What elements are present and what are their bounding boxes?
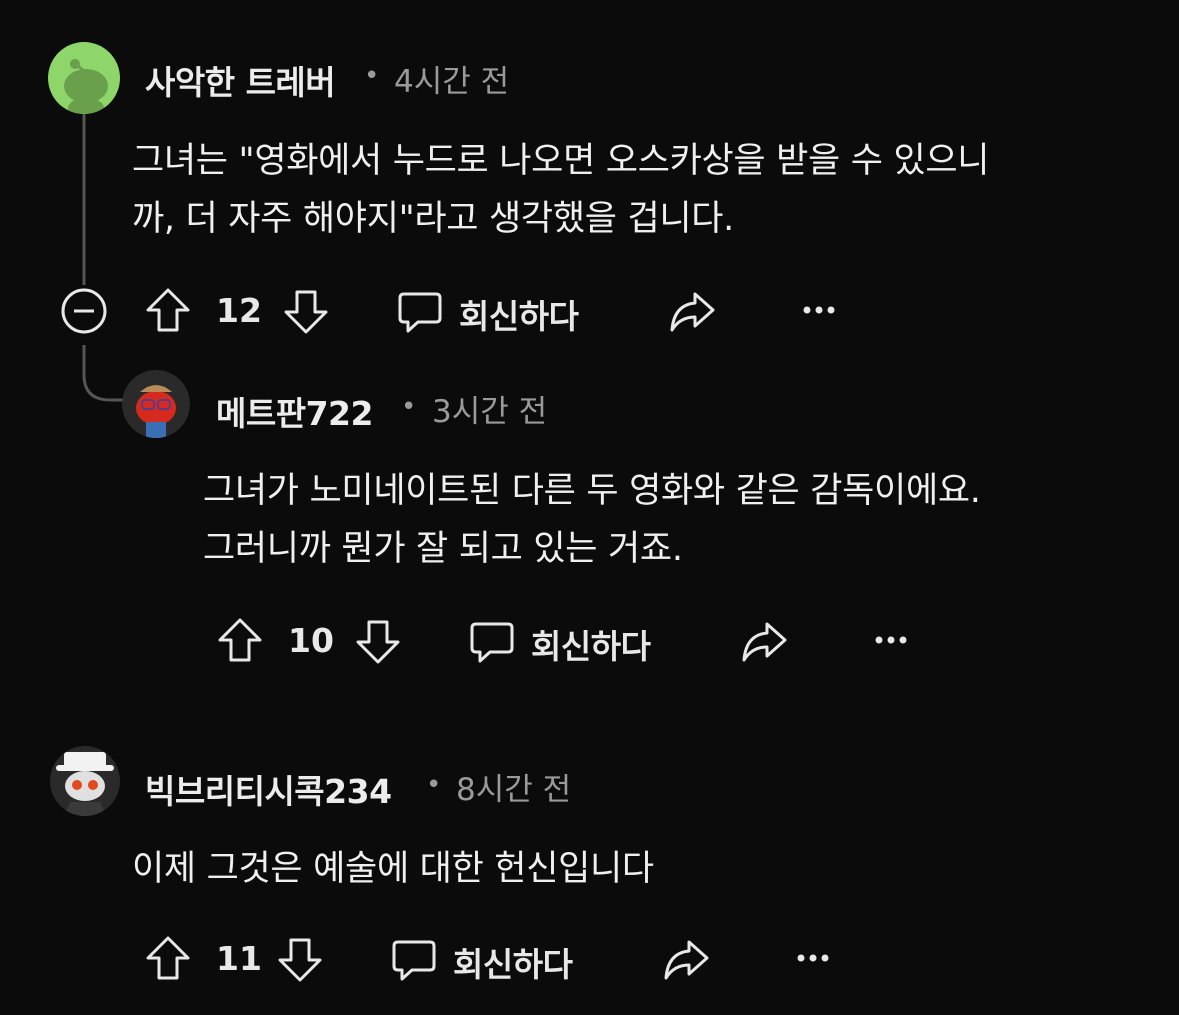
comment-body: 그녀가 노미네이트된 다른 두 영화와 같은 감독이에요. 그러니까 뭔가 잘 … bbox=[203, 462, 981, 578]
avatar[interactable] bbox=[122, 370, 190, 438]
comment-line: 까, 더 자주 해야지"라고 생각했을 겁니다. bbox=[132, 199, 734, 239]
more-icon[interactable] bbox=[796, 946, 830, 970]
comment-line: 그러니까 뭔가 잘 되고 있는 거죠. bbox=[203, 529, 683, 569]
comment-body: 그녀는 "영화에서 누드로 나오면 오스카상을 받을 수 있으니 까, 더 자주… bbox=[132, 132, 989, 248]
comment-username[interactable]: 사악한 트레버 bbox=[145, 56, 336, 104]
comment-line: 그녀가 노미네이트된 다른 두 영화와 같은 감독이에요. bbox=[203, 471, 981, 511]
comment-username[interactable]: 메트판722 bbox=[216, 387, 373, 435]
upvote-icon[interactable] bbox=[144, 286, 192, 334]
reply-label: 회신하다 bbox=[459, 297, 579, 336]
more-icon[interactable] bbox=[802, 298, 836, 322]
comment-timestamp: 3시간 전 bbox=[432, 394, 548, 430]
reply-button[interactable]: 회신하다 bbox=[396, 286, 596, 336]
collapse-icon[interactable] bbox=[60, 287, 108, 335]
avatar[interactable] bbox=[50, 746, 120, 816]
meta-separator: • bbox=[401, 392, 417, 422]
downvote-icon[interactable] bbox=[276, 936, 324, 984]
comment-icon bbox=[398, 292, 442, 333]
vote-count: 12 bbox=[216, 291, 262, 330]
comment-icon bbox=[392, 940, 436, 981]
more-icon[interactable] bbox=[874, 628, 908, 652]
upvote-icon[interactable] bbox=[144, 934, 192, 982]
comment-icon bbox=[470, 622, 514, 663]
thread-line bbox=[82, 110, 125, 402]
meta-separator: • bbox=[364, 61, 380, 91]
reply-button[interactable]: 회신하다 bbox=[468, 616, 668, 666]
comment-line: 그녀는 "영화에서 누드로 나오면 오스카상을 받을 수 있으니 bbox=[132, 141, 990, 181]
comment-timestamp: 8시간 전 bbox=[456, 772, 572, 808]
meta-separator: • bbox=[426, 770, 442, 800]
upvote-icon[interactable] bbox=[216, 616, 264, 664]
avatar[interactable] bbox=[48, 42, 120, 114]
vote-count: 11 bbox=[216, 939, 262, 978]
share-icon[interactable] bbox=[668, 288, 716, 336]
comment-timestamp: 4시간 전 bbox=[394, 64, 510, 100]
reply-button[interactable]: 회신하다 bbox=[390, 934, 590, 984]
downvote-icon[interactable] bbox=[282, 288, 330, 336]
reply-label: 회신하다 bbox=[453, 945, 573, 984]
comment-line: 이제 그것은 예술에 대한 헌신입니다 bbox=[132, 849, 654, 889]
vote-count: 10 bbox=[288, 621, 334, 660]
share-icon[interactable] bbox=[740, 618, 788, 666]
comment-body: 이제 그것은 예술에 대한 헌신입니다 bbox=[132, 840, 654, 898]
downvote-icon[interactable] bbox=[354, 618, 402, 666]
share-icon[interactable] bbox=[662, 936, 710, 984]
comment-username[interactable]: 빅브리티시콕234 bbox=[145, 765, 392, 813]
reply-label: 회신하다 bbox=[531, 627, 651, 666]
